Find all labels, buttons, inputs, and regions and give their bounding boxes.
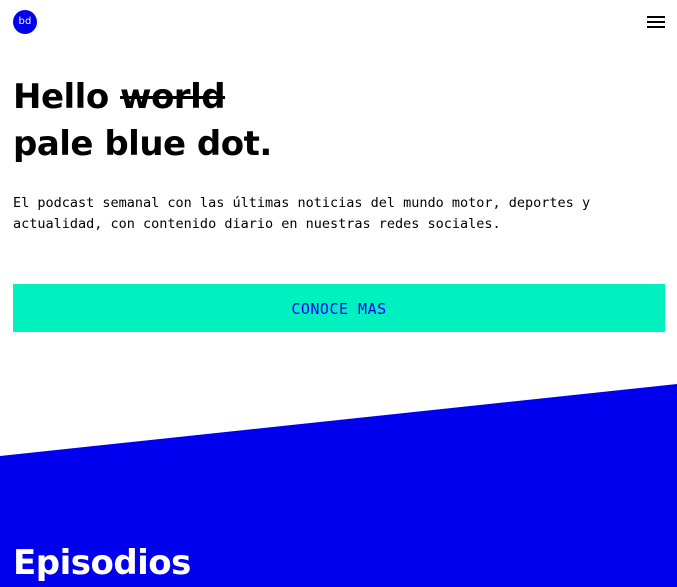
headline-hello: Hello: [13, 77, 109, 117]
episodes-heading: Episodios: [13, 543, 191, 583]
hero-description: El podcast semanal con las últimas notic…: [13, 193, 653, 235]
description-line-1: El podcast semanal con las últimas notic…: [13, 195, 591, 211]
hamburger-menu-icon[interactable]: [645, 14, 667, 30]
menu-bar-middle: [647, 21, 665, 23]
headline-struck-word: world: [120, 77, 226, 117]
description-line-2: actualidad, con contenido diario en nues…: [13, 216, 501, 232]
conoce-mas-button[interactable]: CONOCE MAS: [13, 284, 665, 332]
hero-headline: Hello world pale blue dot.: [13, 74, 272, 168]
logo[interactable]: bd: [13, 10, 37, 34]
menu-bar-bottom: [647, 26, 665, 28]
headline-line-2: pale blue dot.: [13, 124, 272, 164]
menu-bar-top: [647, 16, 665, 18]
